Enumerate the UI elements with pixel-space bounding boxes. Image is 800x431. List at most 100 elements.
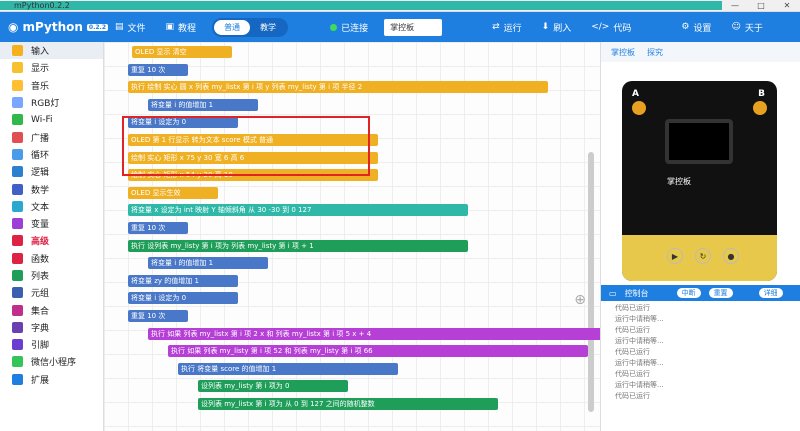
category-1[interactable]: 显示	[0, 59, 103, 76]
detail-toggle[interactable]: 详细	[758, 288, 783, 298]
category-5[interactable]: 广播	[0, 128, 103, 145]
workspace-scrollbar[interactable]	[588, 152, 594, 412]
category-icon	[12, 183, 23, 195]
category-icon	[12, 339, 23, 351]
code-block[interactable]: 重复 10 次	[128, 310, 188, 322]
code-block[interactable]: 执行 如果 列表 my_listx 第 i 项 2 x 和 列表 my_list…	[148, 327, 600, 340]
block-category-sidebar: 输入 显示 音乐 RGB灯 Wi-Fi 广播 循环 逻辑 数学 文本 变量 高级 函数 列表 元组 集合 字典引…	[0, 42, 104, 431]
category-icon	[12, 200, 23, 212]
interrupt-button[interactable]: 中断	[676, 288, 701, 298]
code-block[interactable]: OLED 显示 清空	[132, 46, 232, 58]
category-6[interactable]: 循环	[0, 146, 103, 163]
code-block[interactable]: 执行 如果 列表 my_listy 第 i 项 52 和 列表 my_listy…	[168, 345, 588, 358]
category-12[interactable]: 函数	[0, 250, 103, 267]
board-select[interactable]: 掌控板	[384, 18, 443, 36]
code-block[interactable]: 重复 10 次	[128, 222, 188, 234]
mode-teach[interactable]: 教学	[250, 20, 286, 35]
log-line: 代码已运行	[615, 370, 650, 378]
restart-icon[interactable]: ↻	[695, 248, 711, 264]
category-16[interactable]: 字典	[0, 319, 103, 336]
category-14[interactable]: 元组	[0, 284, 103, 301]
category-icon	[12, 270, 23, 281]
category-15[interactable]: 集合	[0, 301, 103, 318]
category-icon	[12, 131, 23, 143]
button-b-label: B	[758, 89, 765, 99]
category-11[interactable]: 高级	[0, 232, 103, 249]
category-3[interactable]: RGB灯	[0, 94, 103, 111]
category-icon	[12, 45, 23, 57]
category-18[interactable]: 微信小程序	[0, 353, 103, 370]
code-block[interactable]: 设列表 my_listx 第 i 项为 从 0 到 127 之间的随机整数	[198, 398, 498, 410]
reset-button[interactable]: 重置	[708, 288, 733, 298]
code-block[interactable]: 执行 将变量 score 的值增加 1	[178, 362, 398, 375]
user-menu[interactable]: ☺ 天于	[721, 21, 772, 34]
category-4[interactable]: Wi-Fi	[0, 111, 103, 128]
category-7[interactable]: 逻辑	[0, 163, 103, 180]
code-block[interactable]: 重复 10 次	[128, 63, 188, 76]
code-block[interactable]: 将变量 i 的值增加 1	[148, 98, 258, 111]
play-icon[interactable]: ▶	[667, 248, 683, 264]
category-17[interactable]: 引脚	[0, 336, 103, 353]
category-13[interactable]: 列表	[0, 267, 103, 284]
flash-button[interactable]: ⬇ 刷入	[532, 21, 582, 34]
category-icon	[12, 79, 23, 91]
category-19[interactable]: 扩展	[0, 371, 103, 388]
minimize-button[interactable]: —	[722, 1, 748, 10]
category-icon	[12, 252, 23, 264]
code-block[interactable]: 将变量 i 设定为 0	[128, 292, 238, 305]
tutorial-icon: ▣	[165, 22, 175, 32]
code-block[interactable]: 执行 设列表 my_listy 第 i 项为 列表 my_listy 第 i 项…	[128, 239, 468, 252]
connection-status: 已连接	[320, 21, 378, 34]
button-a[interactable]	[632, 101, 646, 115]
category-9[interactable]: 文本	[0, 198, 103, 215]
log-line: 运行中请稍等...	[615, 315, 664, 323]
category-icon	[12, 304, 23, 316]
connected-dot-icon	[330, 23, 338, 31]
category-0[interactable]: 输入	[0, 42, 103, 60]
tutorial-menu[interactable]: ▣ 教程	[156, 21, 207, 34]
run-button[interactable]: ⇄ 运行	[482, 21, 532, 34]
tab-board[interactable]: 掌控板	[611, 47, 635, 58]
code-block[interactable]: 将变量 i 的值增加 1	[148, 257, 268, 270]
flash-icon: ⬇	[541, 22, 550, 32]
category-icon	[12, 148, 23, 160]
recenter-icon[interactable]: ⊕	[574, 292, 586, 308]
category-icon	[12, 373, 23, 385]
mode-normal[interactable]: 普通	[214, 19, 251, 35]
console-header: ▭ 控制台 中断 重置 详细	[601, 285, 800, 301]
close-button[interactable]: ✕	[774, 1, 800, 10]
console-log: 代码已运行 运行中请稍等... 代码已运行 运行中请稍等... 代码已运行 运行中请稍等.…	[601, 303, 800, 402]
category-2[interactable]: 音乐	[0, 77, 103, 94]
code-block[interactable]: 设列表 my_listy 第 i 项为 0	[198, 380, 348, 393]
code-block[interactable]: 将变量 x 设定为 int 映射 Y 轴倾斜角 从 30 -30 到 0 127	[128, 204, 468, 217]
category-icon	[12, 166, 23, 178]
button-b[interactable]	[753, 101, 767, 115]
tab-explore[interactable]: 探究	[647, 47, 663, 58]
code-block[interactable]: OLED 显示生效	[128, 186, 218, 199]
category-icon	[12, 356, 23, 368]
code-button[interactable]: </> 代码	[581, 21, 641, 34]
right-panel: 掌控板 探究 A B 掌控板 ▶ ↻ ● ▭ 控制台 中断 重置 详细 代码已运…	[600, 42, 800, 431]
code-icon: </>	[591, 22, 610, 32]
stop-icon[interactable]: ●	[723, 248, 739, 264]
top-toolbar: ◉ mPython 0.2.2 ▤ 文件 ▣ 教程 普通 教学 已连接 掌控板 ⇄ 运行 ⬇…	[0, 12, 800, 42]
category-8[interactable]: 数学	[0, 180, 103, 197]
category-icon	[12, 287, 23, 299]
log-line: 运行中请稍等...	[615, 337, 664, 345]
code-block[interactable]: 执行 绘制 实心 圆 x 列表 my_listx 第 i 项 y 列表 my_l…	[128, 81, 548, 94]
category-10[interactable]: 变量	[0, 215, 103, 232]
user-icon: ☺	[731, 22, 741, 32]
blockly-workspace[interactable]: ⊕ OLED 显示 清空 重复 10 次执行 绘制 实心 圆 x 列表 my_li…	[104, 42, 600, 431]
mode-switch[interactable]: 普通 教学	[212, 17, 289, 37]
category-icon	[12, 62, 23, 74]
settings-button[interactable]: ⚙ 设置	[671, 21, 721, 34]
board-brand: 掌控板	[667, 177, 691, 186]
log-line: 代码已运行	[615, 392, 650, 400]
log-line: 代码已运行	[615, 326, 650, 334]
file-menu[interactable]: ▤ 文件	[105, 21, 156, 34]
log-line: 运行中请稍等...	[615, 381, 664, 389]
code-block[interactable]: 将变量 zy 的值增加 1	[128, 274, 238, 287]
log-line: 代码已运行	[615, 348, 650, 356]
maximize-button[interactable]: □	[748, 1, 774, 10]
log-line: 运行中请稍等...	[615, 359, 664, 367]
